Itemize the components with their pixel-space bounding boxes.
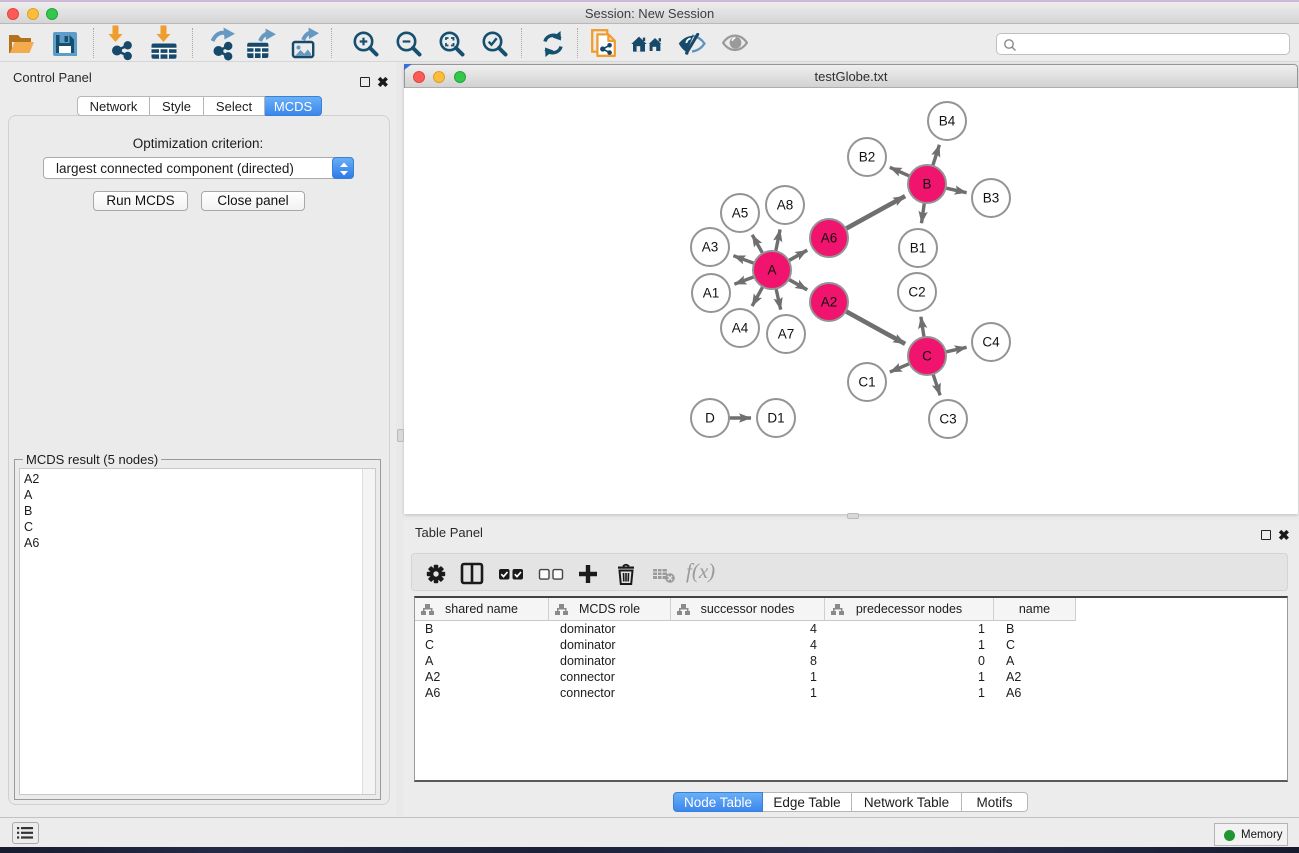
svg-text:A2: A2 [821,295,838,310]
svg-text:C: C [922,349,932,364]
svg-text:A8: A8 [777,198,794,213]
svg-text:C2: C2 [908,285,925,300]
svg-text:C3: C3 [939,412,956,427]
svg-text:A3: A3 [702,240,719,255]
svg-text:A6: A6 [821,231,838,246]
svg-text:B4: B4 [939,114,956,129]
svg-text:B: B [922,177,931,192]
svg-text:C4: C4 [982,335,1000,350]
svg-text:A7: A7 [778,327,795,342]
svg-text:D: D [705,411,715,426]
svg-text:C1: C1 [858,375,875,390]
svg-text:A4: A4 [732,321,749,336]
svg-text:A5: A5 [732,206,749,221]
svg-text:A: A [767,263,776,278]
svg-text:B3: B3 [983,191,1000,206]
svg-text:D1: D1 [767,411,784,426]
svg-text:A1: A1 [703,286,720,301]
svg-text:B2: B2 [859,150,876,165]
svg-text:B1: B1 [910,241,927,256]
